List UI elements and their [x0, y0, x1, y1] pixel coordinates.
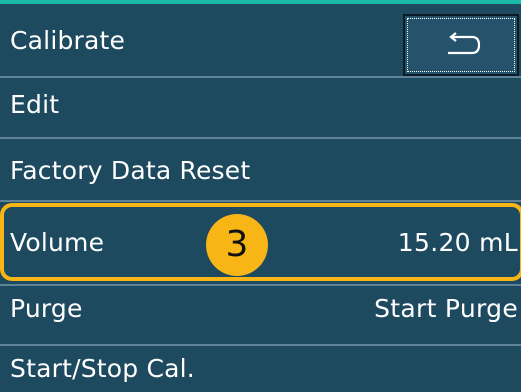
menu-item-start-stop-cal[interactable]: Start/Stop Cal.	[0, 346, 521, 392]
volume-value: 15.20 mL	[397, 228, 518, 257]
return-arrow-icon	[448, 32, 481, 55]
menu-item-label: Volume	[10, 228, 105, 257]
menu-item-edit[interactable]: Edit	[0, 78, 521, 139]
calibrate-screen: Calibrate Edit Factory Data Reset Volume…	[0, 0, 521, 392]
start-purge-action[interactable]: Start Purge	[374, 294, 518, 323]
menu-item-label: Factory Data Reset	[10, 156, 251, 185]
menu-item-label: Edit	[10, 90, 60, 119]
menu-item-label: Start/Stop Cal.	[10, 354, 195, 383]
step-number-badge: 3	[206, 214, 268, 276]
back-button[interactable]	[403, 14, 519, 76]
menu-item-factory-data-reset[interactable]: Factory Data Reset	[0, 139, 521, 202]
menu-item-label: Purge	[10, 294, 83, 323]
page-title: Calibrate	[10, 26, 126, 55]
menu-item-purge[interactable]: Purge Start Purge	[0, 286, 521, 346]
title-bar: Calibrate	[0, 4, 521, 78]
